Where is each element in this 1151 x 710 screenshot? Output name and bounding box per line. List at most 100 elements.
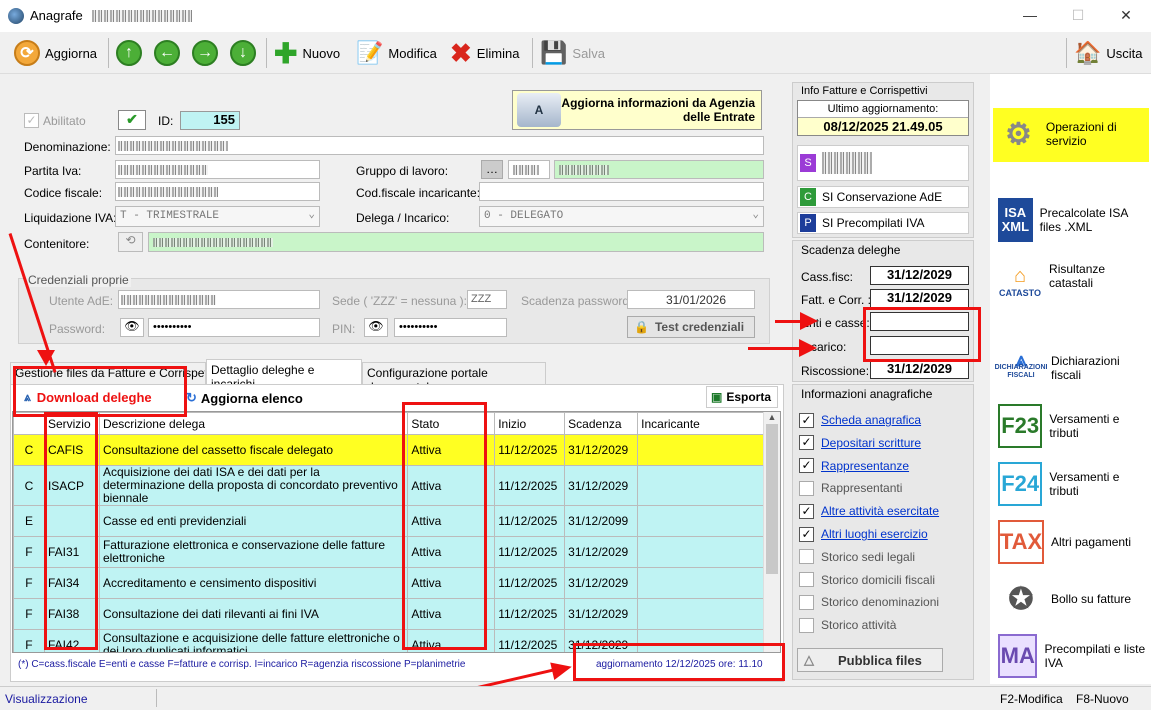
grid-scrollbar[interactable]: ▲ bbox=[763, 412, 780, 652]
table-cell: 31/12/2029 bbox=[564, 567, 639, 599]
col-header-scadenza[interactable]: Scadenza bbox=[564, 412, 639, 435]
checkbox-icon[interactable]: ✓ bbox=[799, 503, 814, 519]
checkbox-icon[interactable] bbox=[799, 594, 814, 610]
edit-button[interactable]: 📝 Modifica bbox=[356, 36, 437, 70]
sidebar-item-bollo[interactable]: ✪ Bollo su fatture bbox=[998, 577, 1148, 621]
s-service-box[interactable]: S bbox=[797, 145, 969, 181]
nav-left-button[interactable]: ← bbox=[154, 36, 180, 70]
delete-button[interactable]: ✖ Elimina bbox=[450, 36, 519, 70]
anagrafica-check-item[interactable]: Storico sedi legali bbox=[799, 547, 915, 567]
partita-iva-field[interactable] bbox=[115, 160, 320, 179]
sidebar-item-operazioni[interactable]: ⚙ Operazioni di servizio bbox=[998, 112, 1148, 156]
maximize-button[interactable]: ☐ bbox=[1063, 4, 1093, 26]
sidebar-item-precompilati[interactable]: MA Precompilati e liste IVA bbox=[998, 634, 1148, 678]
scroll-up-icon[interactable]: ▲ bbox=[764, 412, 780, 422]
sidebar-item-tax[interactable]: TAX Altri pagamenti bbox=[998, 520, 1148, 564]
sidebar-item-f23[interactable]: F23 Versamenti e tributi bbox=[998, 404, 1148, 448]
checkbox-icon[interactable]: ✓ bbox=[799, 458, 814, 474]
table-row[interactable]: F FAI31 Fatturazione elettronica e conserv… bbox=[13, 536, 765, 568]
scroll-thumb[interactable] bbox=[766, 424, 778, 574]
anagrafica-check-item[interactable]: Storico denominazioni bbox=[799, 592, 939, 612]
si-conservazione-item[interactable]: C SI Conservazione AdE bbox=[797, 186, 969, 208]
checkbox-icon[interactable] bbox=[799, 549, 814, 565]
anagrafica-check-item[interactable]: ✓ Rappresentanze bbox=[799, 456, 909, 476]
aggiorna-elenco-label: Aggiorna elenco bbox=[200, 390, 303, 406]
show-pin-eye-icon[interactable]: 👁 bbox=[364, 318, 388, 337]
scadenza-password-field[interactable]: 31/01/2026 bbox=[627, 290, 755, 309]
pubblica-files-button[interactable]: △ Pubblica files bbox=[797, 648, 943, 672]
checkbox-icon[interactable]: ✓ bbox=[799, 435, 814, 451]
table-cell: F bbox=[13, 567, 45, 599]
riscossione-date: 31/12/2029 bbox=[870, 360, 969, 379]
enabled-checkbox[interactable]: ✓ Abilitato bbox=[24, 113, 86, 128]
tab-dettaglio-deleghe[interactable]: Dettaglio deleghe e incarichi bbox=[206, 359, 362, 391]
close-button[interactable]: ✕ bbox=[1111, 4, 1141, 26]
confirm-check-icon[interactable]: ✔ bbox=[118, 110, 146, 130]
si-precompilati-item[interactable]: P SI Precompilati IVA bbox=[797, 212, 969, 234]
nav-right-button[interactable]: → bbox=[192, 36, 218, 70]
col-header-inizio[interactable]: Inizio bbox=[494, 412, 566, 435]
table-row[interactable]: F FAI34 Accreditamento e censimento dispos… bbox=[13, 567, 765, 599]
password-field[interactable]: •••••••••• bbox=[148, 318, 320, 337]
nav-up-button[interactable]: ↑ bbox=[116, 36, 142, 70]
delega-select[interactable]: 0 - DELEGATO bbox=[479, 206, 764, 227]
checkbox-icon[interactable] bbox=[799, 572, 814, 588]
anagrafica-check-item[interactable]: ✓ Depositari scritture bbox=[799, 433, 921, 453]
gruppo-code-field[interactable] bbox=[508, 160, 550, 179]
annotation-arrowhead-enti bbox=[800, 312, 818, 330]
gruppo-name-field[interactable] bbox=[554, 160, 764, 179]
anagrafica-check-item[interactable]: ✓ Altre attività esercitate bbox=[799, 501, 939, 521]
table-row[interactable]: C CAFIS Consultazione del cassetto fiscale… bbox=[13, 434, 765, 466]
test-credenziali-button[interactable]: 🔒 Test credenziali bbox=[627, 316, 755, 338]
new-button[interactable]: ✚ Nuovo bbox=[274, 36, 340, 70]
nav-down-button[interactable]: ↓ bbox=[230, 36, 256, 70]
info-anagrafiche-title: Informazioni anagrafiche bbox=[801, 387, 933, 401]
refresh-button[interactable]: ⟳ Aggiorna bbox=[14, 36, 97, 70]
sidebar-label: Precompilati e liste IVA bbox=[1044, 642, 1146, 670]
codice-fiscale-field[interactable] bbox=[115, 182, 320, 201]
show-password-eye-icon[interactable]: 👁 bbox=[120, 318, 144, 337]
pin-field[interactable]: •••••••••• bbox=[394, 318, 507, 337]
link-icon[interactable]: ⟲ bbox=[118, 232, 143, 252]
contenitore-field[interactable] bbox=[148, 232, 764, 252]
exit-button[interactable]: 🏠 Uscita bbox=[1074, 36, 1143, 70]
denominazione-field[interactable] bbox=[115, 136, 764, 155]
gruppo-select-button[interactable]: … bbox=[481, 160, 503, 179]
checkbox-icon[interactable] bbox=[799, 617, 814, 633]
credenziali-title: Credenziali proprie bbox=[26, 273, 131, 287]
anagrafica-check-item[interactable]: ✓ Scheda anagrafica bbox=[799, 410, 921, 430]
sidebar-item-dichiarazioni[interactable]: ⩓ DICHIARAZIONI FISCALI Dichiarazioni fis… bbox=[995, 346, 1148, 390]
new-label: Nuovo bbox=[302, 45, 341, 61]
sidebar-item-f24[interactable]: F24 Versamenti e tributi bbox=[998, 462, 1148, 506]
anagrafica-check-item[interactable]: Rappresentanti bbox=[799, 478, 902, 498]
sidebar-label: Bollo su fatture bbox=[1051, 592, 1132, 606]
checkbox-icon[interactable]: ✓ bbox=[799, 526, 814, 542]
sidebar-item-isa[interactable]: ISA XML Precalcolate ISA files .XML bbox=[998, 198, 1148, 242]
tab-configurazione-portale[interactable]: Configurazione portale documentale bbox=[362, 362, 546, 394]
aggiorna-elenco-button[interactable]: ↻ Aggiorna elenco bbox=[186, 387, 303, 409]
utente-field[interactable] bbox=[118, 290, 320, 309]
table-row[interactable]: E Casse ed enti previdenziali Attiva 11/12/… bbox=[13, 505, 765, 537]
catasto-icon: ⌂ CATASTO bbox=[999, 265, 1042, 298]
sidebar-label: Versamenti e tributi bbox=[1049, 470, 1120, 498]
sidebar-item-catasto[interactable]: ⌂ CATASTO Risultanze catastali bbox=[998, 254, 1148, 298]
col-header-incaricante[interactable]: Incaricante bbox=[637, 412, 765, 435]
checkbox-icon[interactable] bbox=[799, 480, 814, 496]
anagrafica-check-item[interactable]: ✓ Altri luoghi esercizio bbox=[799, 524, 928, 544]
update-ade-button[interactable]: A Aggiorna informazioni da Agenzia delle… bbox=[512, 90, 762, 130]
table-row[interactable]: C ISACP Acquisizione dei dati ISA e dei da… bbox=[13, 465, 765, 506]
status-mode: Visualizzazione bbox=[5, 692, 88, 706]
save-button[interactable]: 💾 Salva bbox=[540, 36, 605, 70]
checkbox-icon[interactable]: ✓ bbox=[799, 412, 814, 428]
cf-incaricante-field[interactable] bbox=[479, 182, 764, 201]
esporta-button[interactable]: ▣ Esporta bbox=[706, 386, 778, 408]
table-row[interactable]: F FAI38 Consultazione dei dati rilevanti a… bbox=[13, 598, 765, 630]
anagrafica-check-item[interactable]: Storico domicili fiscali bbox=[799, 570, 935, 590]
table-cell: C bbox=[13, 465, 45, 506]
anagrafica-check-item[interactable]: Storico attività bbox=[799, 615, 896, 635]
minimize-button[interactable]: — bbox=[1015, 4, 1045, 26]
liquidazione-select[interactable]: T - TRIMESTRALE bbox=[115, 206, 320, 227]
table-cell: 31/12/2029 bbox=[564, 598, 639, 630]
sede-field[interactable]: ZZZ bbox=[467, 290, 507, 309]
table-cell bbox=[637, 536, 765, 568]
